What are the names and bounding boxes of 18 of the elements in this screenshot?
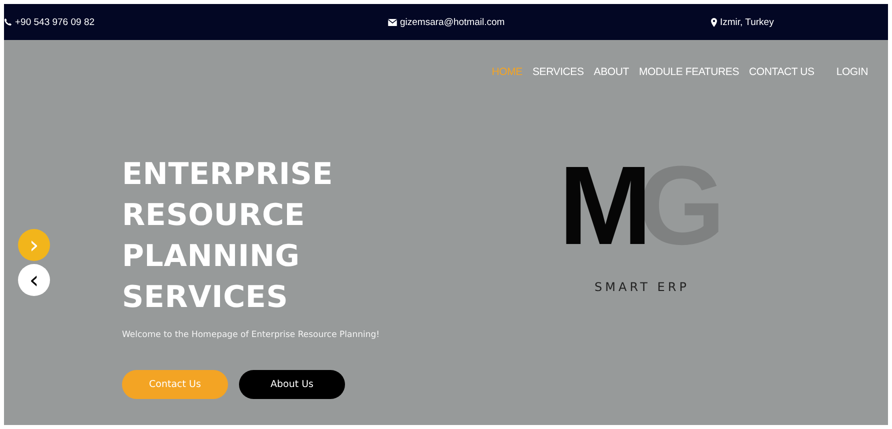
phone-number: +90 543 976 09 82 bbox=[15, 16, 95, 28]
nav-link[interactable]: MODULE FEATURES bbox=[638, 66, 740, 78]
location-text: Izmir, Turkey bbox=[720, 16, 774, 28]
map-pin-icon bbox=[711, 18, 717, 26]
next-slide-button[interactable]: › bbox=[18, 229, 50, 261]
nav-link[interactable]: LOGIN bbox=[836, 66, 868, 78]
previous-slide-button[interactable]: ‹ bbox=[18, 264, 50, 296]
about-button[interactable]: About Us bbox=[239, 370, 345, 399]
nav-link[interactable]: SERVICES bbox=[532, 66, 584, 78]
nav-link[interactable]: ABOUT bbox=[594, 66, 629, 78]
hero-subtitle: Welcome to the Homepage of Enterprise Resource Planning! bbox=[122, 330, 381, 340]
phone-icon bbox=[4, 18, 12, 26]
envelope-icon bbox=[388, 18, 397, 26]
email-address: gizemsara@hotmail.com bbox=[400, 16, 505, 28]
logo-caption: SMART ERP bbox=[594, 280, 690, 294]
nav-link[interactable]: CONTACT US bbox=[749, 66, 814, 78]
contact-button[interactable]: Contact Us bbox=[122, 370, 228, 399]
hero-title: ENTERPRISE RESOURCE PLANNING SERVICES bbox=[122, 156, 334, 317]
